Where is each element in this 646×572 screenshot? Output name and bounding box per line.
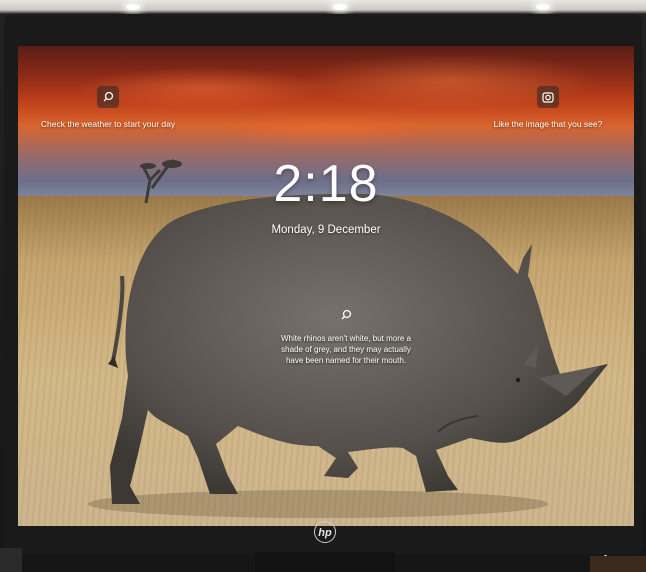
desk-object xyxy=(0,548,22,572)
image-feedback-text: Like the image that you see? xyxy=(493,119,603,129)
fun-fact-widget[interactable]: White rhinos aren't white, but more a sh… xyxy=(276,308,416,366)
lock-screen[interactable]: Check the weather to start your day Like… xyxy=(18,46,634,526)
monitor-stand xyxy=(255,552,395,572)
weather-text: Check the weather to start your day xyxy=(40,119,176,129)
desk-object xyxy=(590,556,646,572)
fun-fact-text: White rhinos aren't white, but more a sh… xyxy=(280,334,412,365)
lock-screen-time: 2:18 xyxy=(273,155,379,213)
monitor-bezel: Check the weather to start your day Like… xyxy=(4,14,642,558)
weather-widget[interactable]: Check the weather to start your day xyxy=(28,86,188,130)
search-icon xyxy=(97,86,119,108)
hp-logo: hp xyxy=(314,521,336,543)
ceiling-light xyxy=(536,4,550,10)
photo-background: Check the weather to start your day Like… xyxy=(0,0,646,572)
image-feedback-widget[interactable]: Like the image that you see? xyxy=(473,86,623,130)
ceiling-light xyxy=(126,4,140,10)
lock-screen-date: Monday, 9 December xyxy=(271,224,381,236)
camera-icon xyxy=(537,86,559,108)
search-icon xyxy=(276,308,416,325)
ceiling-light xyxy=(333,4,347,10)
